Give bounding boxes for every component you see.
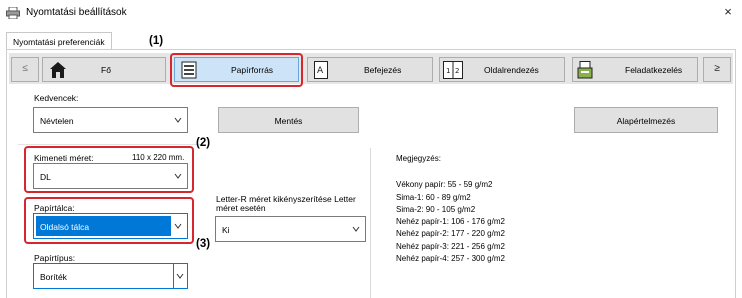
tab-printing-preferences[interactable]: Nyomtatási preferenciák: [6, 32, 112, 50]
toolbar-item-layout[interactable]: 1 2 Oldalrendezés: [439, 57, 565, 82]
notes-line: Nehéz papír-2: 177 - 220 g/m2: [396, 229, 505, 239]
toolbar-next-button[interactable]: ≥: [703, 57, 731, 82]
notes-line: Nehéz papír-3: 221 - 256 g/m2: [396, 241, 505, 251]
toolbar-item-label: Fő: [101, 65, 111, 75]
notes-line: Nehéz papír-4: 257 - 300 g/m2: [396, 254, 505, 264]
printer-icon: [6, 7, 20, 19]
close-button[interactable]: ×: [720, 4, 736, 20]
paper-type-label: Papírtípus:: [34, 253, 76, 263]
highlight-box-1: [170, 53, 303, 87]
window-title: Nyomtatási beállítások: [26, 7, 127, 18]
paper-type-select[interactable]: Boríték: [33, 263, 188, 289]
title-bar: Nyomtatási beállítások ×: [0, 0, 742, 26]
letter-r-label-line2: méret esetén: [216, 203, 266, 213]
letter-r-select[interactable]: Ki: [215, 216, 366, 242]
highlight-box-2: [24, 146, 194, 193]
favorites-label: Kedvencek:: [34, 93, 79, 103]
toolbar-item-job-handling[interactable]: Feladatkezelés: [572, 57, 698, 82]
toolbar-item-label: Oldalrendezés: [484, 65, 539, 75]
notes-line: Nehéz papír-1: 106 - 176 g/m2: [396, 217, 505, 227]
favorites-select[interactable]: Névtelen: [33, 107, 188, 133]
toolbar-prev-button[interactable]: ≤: [11, 57, 39, 82]
notes-line: Sima-1: 60 - 89 g/m2: [396, 192, 471, 202]
restore-defaults-button[interactable]: Alapértelmezés: [574, 107, 718, 133]
chevron-down-icon: [176, 273, 184, 279]
notes-line: Vékony papír: 55 - 59 g/m2: [396, 180, 493, 190]
layout-icon: 1 2: [443, 61, 463, 79]
notes-line: Sima-2: 90 - 105 g/m2: [396, 204, 476, 214]
notes-heading: Megjegyzés:: [396, 154, 441, 163]
toolbar-item-label: Befejezés: [364, 65, 402, 75]
save-button[interactable]: Mentés: [218, 107, 359, 133]
toolbar-item-main[interactable]: Fő: [42, 57, 166, 82]
divider: [370, 148, 371, 298]
toolbar-item-label: Feladatkezelés: [625, 65, 683, 75]
paper-weight-notes: Megjegyzés: Vékony papír: 55 - 59 g/m2 S…: [396, 153, 505, 265]
annotation-3: (3): [196, 238, 211, 250]
job-handling-icon: [577, 61, 593, 79]
chevron-down-icon: [174, 117, 182, 123]
annotation-1: (1): [149, 35, 164, 47]
svg-text:A: A: [317, 66, 324, 76]
tab-label: Nyomtatási preferenciák: [13, 37, 105, 47]
chevron-down-icon: [352, 226, 360, 232]
divider: [18, 144, 206, 145]
toolbar-item-finishing[interactable]: A Befejezés: [307, 57, 433, 82]
home-icon: [50, 62, 66, 78]
finishing-icon: A: [314, 61, 328, 79]
svg-text:1: 1: [446, 67, 450, 75]
annotation-2: (2): [196, 137, 211, 149]
svg-text:2: 2: [455, 67, 459, 75]
highlight-box-3: [24, 197, 194, 244]
